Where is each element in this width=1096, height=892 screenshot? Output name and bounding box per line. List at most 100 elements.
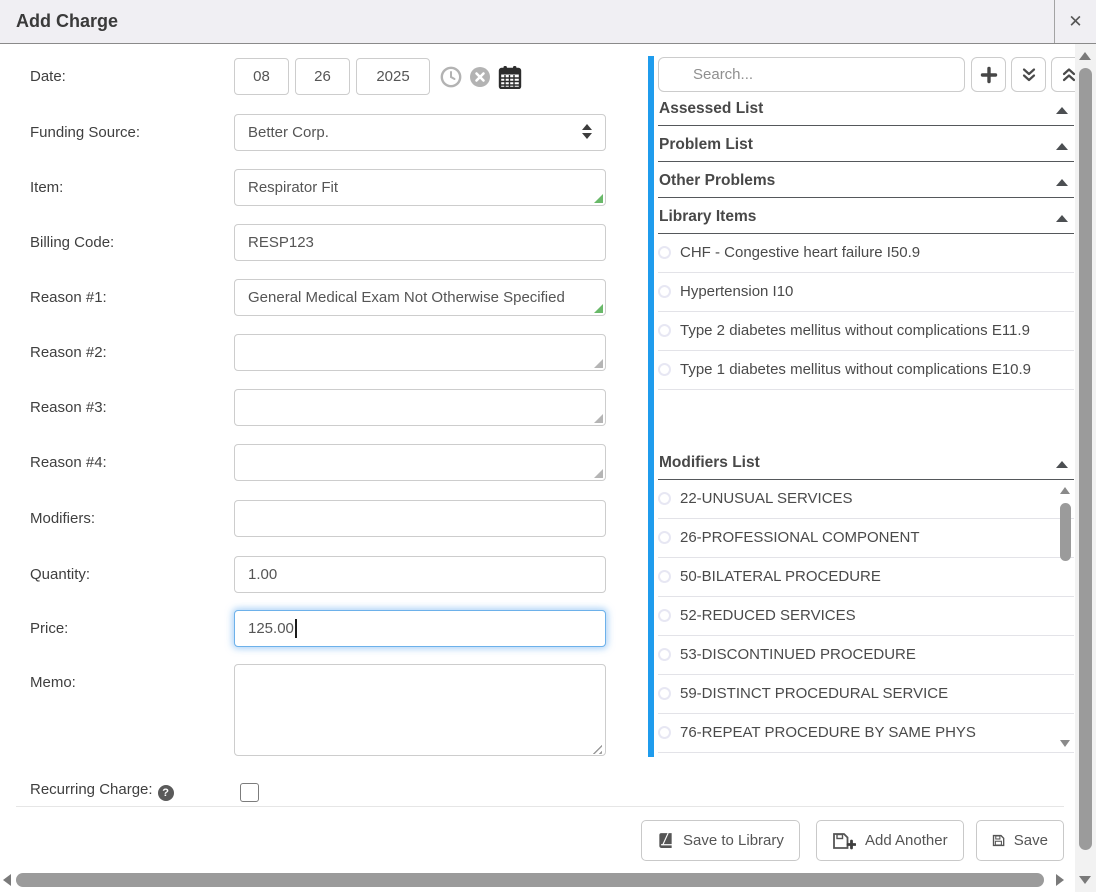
date-year-input[interactable] [356, 58, 430, 95]
billing-code-label: Billing Code: [30, 224, 114, 261]
list-item[interactable]: 76-REPEAT PROCEDURE BY SAME PHYS [658, 714, 1074, 753]
circle-bullet-icon [658, 648, 671, 661]
circle-bullet-icon [658, 285, 671, 298]
scroll-left-icon[interactable] [3, 874, 11, 886]
dialog-header: Add Charge ✕ [0, 0, 1096, 44]
collapse-arrow-icon[interactable] [1056, 215, 1068, 222]
calendar-icon[interactable] [498, 65, 522, 89]
resize-grip-icon[interactable] [594, 414, 603, 423]
search-input[interactable] [658, 57, 965, 92]
reason2-label: Reason #2: [30, 334, 107, 371]
save-plus-icon [832, 832, 856, 850]
help-icon[interactable]: ? [158, 785, 174, 801]
scroll-up-icon[interactable] [1079, 52, 1091, 60]
collapse-all-button[interactable] [1011, 57, 1046, 92]
reason1-input[interactable]: General Medical Exam Not Otherwise Speci… [234, 279, 606, 316]
footer-divider [16, 806, 1064, 807]
scrollbar-thumb[interactable] [1079, 68, 1092, 850]
scrollbar-thumb[interactable] [1060, 503, 1071, 561]
add-item-button[interactable] [971, 57, 1006, 92]
list-item[interactable]: 22-UNUSUAL SERVICES [658, 480, 1074, 519]
recurring-checkbox[interactable] [240, 783, 259, 802]
page-title: Add Charge [16, 0, 118, 43]
funding-source-value: Better Corp. [248, 115, 329, 150]
add-another-button[interactable]: Add Another [816, 820, 964, 861]
reason3-label: Reason #3: [30, 389, 107, 426]
list-item[interactable]: Type 2 diabetes mellitus without complic… [658, 312, 1074, 351]
price-input[interactable] [234, 610, 606, 647]
circle-bullet-icon [658, 324, 671, 337]
save-button[interactable]: Save [976, 820, 1064, 861]
section-assessed-list[interactable]: Assessed List [658, 98, 1074, 126]
memo-label: Memo: [30, 664, 76, 701]
save-to-library-button[interactable]: Save to Library [641, 820, 800, 861]
scroll-right-icon[interactable] [1056, 874, 1064, 886]
select-updown-icon [582, 124, 592, 139]
reason1-label: Reason #1: [30, 279, 107, 316]
collapse-arrow-icon[interactable] [1056, 107, 1068, 114]
book-icon [657, 832, 674, 849]
reason3-input[interactable] [234, 389, 606, 426]
modifiers-scrollbar[interactable] [1058, 483, 1073, 751]
list-item[interactable]: 26-PROFESSIONAL COMPONENT [658, 519, 1074, 558]
list-item[interactable]: Hypertension I10 [658, 273, 1074, 312]
item-input[interactable]: Respirator Fit [234, 169, 606, 206]
close-button[interactable]: ✕ [1054, 0, 1096, 43]
scroll-up-icon[interactable] [1060, 487, 1070, 494]
list-item[interactable]: 50-BILATERAL PROCEDURE [658, 558, 1074, 597]
quantity-label: Quantity: [30, 556, 90, 593]
horizontal-scrollbar[interactable] [0, 869, 1075, 892]
resize-grip-icon[interactable] [594, 359, 603, 368]
modifiers-items-list: 22-UNUSUAL SERVICES 26-PROFESSIONAL COMP… [658, 480, 1074, 753]
scroll-down-icon[interactable] [1079, 876, 1091, 884]
circle-bullet-icon [658, 492, 671, 505]
library-items-list: CHF - Congestive heart failure I50.9 Hyp… [658, 234, 1074, 390]
modifiers-label: Modifiers: [30, 500, 95, 537]
circle-bullet-icon [658, 531, 671, 544]
reason4-input[interactable] [234, 444, 606, 481]
section-modifiers-list[interactable]: Modifiers List [658, 452, 1074, 480]
list-item[interactable]: CHF - Congestive heart failure I50.9 [658, 234, 1074, 273]
reason4-label: Reason #4: [30, 444, 107, 481]
collapse-arrow-icon[interactable] [1056, 179, 1068, 186]
list-item[interactable]: 59-DISTINCT PROCEDURAL SERVICE [658, 675, 1074, 714]
resize-grip-icon[interactable] [594, 194, 603, 203]
section-library-items[interactable]: Library Items [658, 206, 1074, 234]
clear-icon[interactable] [469, 66, 491, 88]
billing-code-input[interactable] [234, 224, 606, 261]
recurring-label: Recurring Charge:? [30, 775, 174, 805]
plus-icon [980, 66, 998, 84]
panel-accent-bar [648, 56, 654, 757]
collapse-arrow-icon[interactable] [1056, 461, 1068, 468]
date-month-input[interactable] [234, 58, 289, 95]
section-other-problems[interactable]: Other Problems [658, 170, 1074, 198]
scrollbar-thumb[interactable] [16, 873, 1044, 887]
circle-bullet-icon [658, 570, 671, 583]
circle-bullet-icon [658, 609, 671, 622]
memo-input[interactable] [234, 664, 606, 756]
collapse-arrow-icon[interactable] [1056, 143, 1068, 150]
modifiers-input[interactable] [234, 500, 606, 537]
list-item[interactable]: 52-REDUCED SERVICES [658, 597, 1074, 636]
save-icon [992, 832, 1005, 849]
double-chevron-down-icon [1020, 66, 1038, 84]
date-day-input[interactable] [295, 58, 350, 95]
close-icon: ✕ [1068, 13, 1082, 30]
resize-grip-icon[interactable] [594, 304, 603, 313]
list-item[interactable]: 53-DISCONTINUED PROCEDURE [658, 636, 1074, 675]
quantity-input[interactable] [234, 556, 606, 593]
circle-bullet-icon [658, 726, 671, 739]
circle-bullet-icon [658, 246, 671, 259]
reason2-input[interactable] [234, 334, 606, 371]
resize-grip-icon[interactable] [594, 469, 603, 478]
vertical-scrollbar[interactable] [1075, 44, 1096, 892]
price-label: Price: [30, 610, 68, 647]
section-problem-list[interactable]: Problem List [658, 134, 1074, 162]
list-item[interactable]: Type 1 diabetes mellitus without complic… [658, 351, 1074, 390]
scroll-down-icon[interactable] [1060, 740, 1070, 747]
funding-source-label: Funding Source: [30, 114, 140, 151]
circle-bullet-icon [658, 363, 671, 376]
item-label: Item: [30, 169, 63, 206]
clock-icon[interactable] [440, 66, 462, 88]
funding-source-select[interactable]: Better Corp. [234, 114, 606, 151]
